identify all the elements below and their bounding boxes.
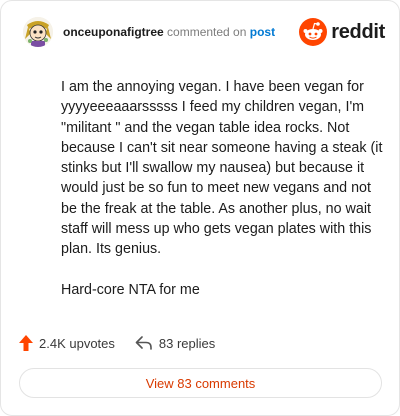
upvote-button[interactable]: 2.4K upvotes	[19, 335, 115, 351]
avatar-image	[23, 17, 53, 47]
comment-card: onceuponafigtree commented on post reddi…	[0, 0, 400, 416]
comment-body: I am the annoying vegan. I have been veg…	[61, 77, 387, 320]
upvote-count: 2.4K upvotes	[39, 335, 115, 351]
avatar[interactable]	[23, 17, 53, 47]
username-link[interactable]: onceuponafigtree	[63, 25, 164, 39]
comment-header: onceuponafigtree commented on post reddi…	[23, 15, 385, 55]
reply-count: 83 replies	[158, 335, 216, 351]
reddit-logo-icon	[299, 18, 328, 46]
reply-arrow-icon	[135, 336, 152, 350]
upvote-arrow-icon	[19, 335, 33, 351]
replies-button[interactable]: 83 replies	[135, 336, 215, 351]
comment-meta: onceuponafigtree commented on post	[63, 25, 275, 39]
meta-verb: commented on	[167, 25, 247, 39]
comment-paragraph: I am the annoying vegan. I have been veg…	[61, 79, 383, 258]
comment-actions: 2.4K upvotes 83 replies	[19, 331, 215, 355]
reddit-logo[interactable]: reddit	[299, 17, 385, 47]
post-link[interactable]: post	[250, 25, 275, 39]
view-comments-button[interactable]: View 83 comments	[19, 368, 382, 398]
reddit-wordmark: reddit	[331, 20, 385, 43]
comment-paragraph: Hard-core NTA for me	[61, 281, 200, 298]
